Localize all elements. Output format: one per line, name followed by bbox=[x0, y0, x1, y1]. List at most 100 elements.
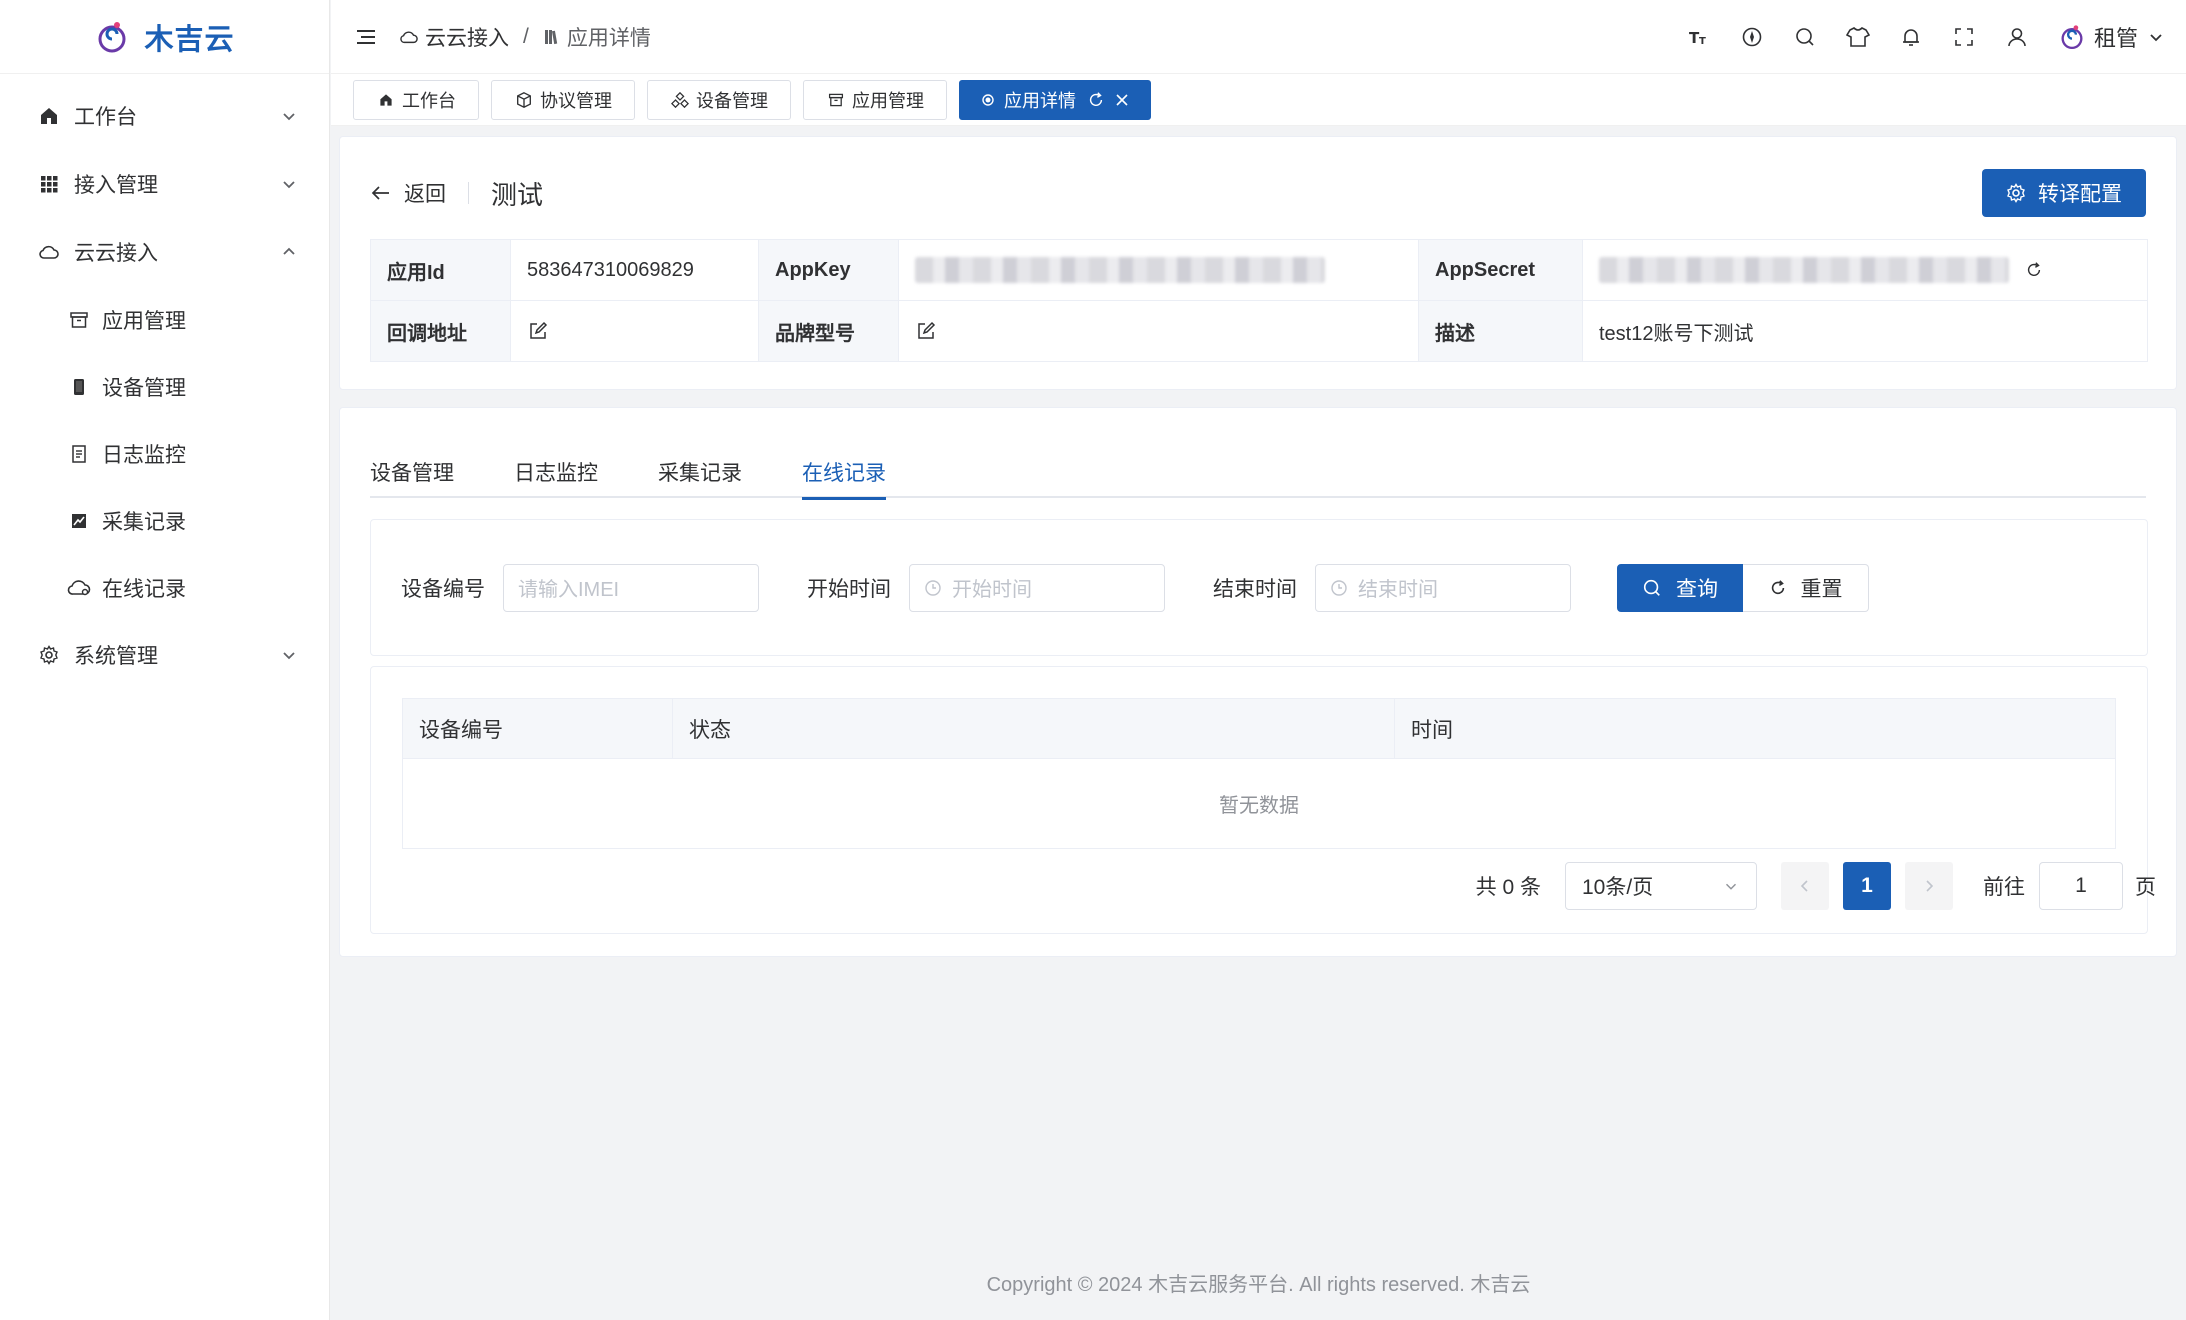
reset-button[interactable]: 重置 bbox=[1743, 563, 1869, 612]
callback-label: 回调地址 bbox=[370, 300, 511, 362]
tab-log-monitor[interactable]: 日志监控 bbox=[514, 446, 598, 498]
back-button[interactable]: 返回 bbox=[370, 178, 446, 208]
sidebar-item-system[interactable]: 系统管理 bbox=[0, 621, 329, 689]
refresh-icon[interactable] bbox=[2025, 261, 2043, 279]
page-suffix: 页 bbox=[2135, 876, 2156, 899]
brand-model-value bbox=[898, 300, 1419, 362]
app-detail-card: 返回 测试 转译配置 应用Id 583647310069829 AppKey A… bbox=[339, 136, 2177, 390]
gear-icon bbox=[36, 642, 62, 668]
column-time: 时间 bbox=[1394, 698, 2116, 759]
sidebar-item-collection-records[interactable]: 采集记录 bbox=[0, 487, 329, 554]
sidebar-item-label: 设备管理 bbox=[102, 376, 186, 400]
column-status: 状态 bbox=[672, 698, 1395, 759]
end-time-picker[interactable]: 结束时间 bbox=[1315, 563, 1571, 612]
imei-placeholder: 请输入IMEI bbox=[518, 579, 620, 601]
tag-label: 应用详情 bbox=[1004, 90, 1076, 111]
sidebar-item-device-management[interactable]: 设备管理 bbox=[0, 353, 329, 420]
user-icon[interactable] bbox=[1991, 17, 2044, 57]
tag-label: 设备管理 bbox=[696, 90, 768, 111]
user-menu[interactable]: 租管 bbox=[2058, 21, 2166, 53]
tag-app-management[interactable]: 应用管理 bbox=[803, 79, 947, 120]
sidebar-item-label: 工作台 bbox=[74, 106, 137, 129]
page-size-value: 10条/页 bbox=[1582, 876, 1654, 899]
tag-app-detail[interactable]: 应用详情 bbox=[959, 79, 1151, 120]
edit-icon[interactable] bbox=[527, 320, 549, 342]
prev-page-button[interactable] bbox=[1781, 862, 1829, 910]
edit-icon[interactable] bbox=[915, 320, 937, 342]
refresh-icon[interactable] bbox=[1086, 90, 1106, 110]
button-label: 转译配置 bbox=[2038, 183, 2122, 206]
font-size-icon[interactable]: TT bbox=[1673, 17, 1726, 57]
menu-toggle-icon[interactable] bbox=[351, 22, 381, 52]
sidebar-item-label: 接入管理 bbox=[74, 174, 158, 197]
start-time-picker[interactable]: 开始时间 bbox=[909, 563, 1165, 612]
chevron-left-icon bbox=[1798, 879, 1812, 893]
sidebar-item-label: 日志监控 bbox=[102, 443, 186, 467]
device-no-label: 设备编号 bbox=[401, 577, 485, 601]
close-icon[interactable] bbox=[1112, 90, 1132, 110]
description-value: test12账号下测试 bbox=[1582, 300, 2148, 362]
brand-logo-icon bbox=[94, 19, 130, 55]
masked-app-key bbox=[915, 257, 1325, 283]
clock-icon bbox=[1330, 579, 1348, 597]
breadcrumb-label: 云云接入 bbox=[425, 26, 509, 50]
home-icon bbox=[376, 90, 396, 110]
tab-collection-records[interactable]: 采集记录 bbox=[658, 446, 742, 498]
page-size-select[interactable]: 10条/页 bbox=[1565, 862, 1757, 910]
query-button[interactable]: 查询 bbox=[1617, 563, 1743, 612]
tag-workbench[interactable]: 工作台 bbox=[353, 79, 479, 120]
sidebar-item-log-monitor[interactable]: 日志监控 bbox=[0, 420, 329, 487]
start-time-placeholder: 开始时间 bbox=[952, 579, 1032, 601]
breadcrumb-item-cloud-access[interactable]: 云云接入 bbox=[399, 22, 509, 52]
app-key-value bbox=[898, 239, 1419, 301]
clock-icon bbox=[924, 579, 942, 597]
chevron-down-icon bbox=[279, 645, 299, 665]
button-label: 重置 bbox=[1800, 577, 1843, 601]
header-toolbar: TT 租管 bbox=[1673, 17, 2166, 57]
page-number-current[interactable]: 1 bbox=[1843, 862, 1891, 910]
page-title: 测试 bbox=[491, 179, 544, 210]
tag-device-management[interactable]: 设备管理 bbox=[647, 79, 791, 120]
svg-text:T: T bbox=[1699, 36, 1706, 47]
bell-icon[interactable] bbox=[1885, 17, 1938, 57]
dot-icon bbox=[978, 90, 998, 110]
goto-label: 前往 bbox=[1983, 876, 2025, 899]
chevron-down-icon bbox=[1722, 877, 1740, 895]
sidebar-item-workbench[interactable]: 工作台 bbox=[0, 82, 329, 150]
books-icon bbox=[543, 28, 561, 46]
phone-icon bbox=[66, 374, 92, 400]
tab-online-records[interactable]: 在线记录 bbox=[802, 446, 886, 500]
next-page-button[interactable] bbox=[1905, 862, 1953, 910]
sidebar-item-cloud-access[interactable]: 云云接入 bbox=[0, 218, 329, 286]
tab-device-management[interactable]: 设备管理 bbox=[370, 446, 454, 498]
goto-page-value: 1 bbox=[2075, 874, 2087, 897]
avatar bbox=[2058, 23, 2086, 51]
theme-shirt-icon[interactable] bbox=[1832, 17, 1885, 57]
chevron-down-icon bbox=[279, 106, 299, 126]
cloud-online-icon bbox=[66, 575, 92, 601]
search-icon[interactable] bbox=[1779, 17, 1832, 57]
end-time-label: 结束时间 bbox=[1213, 577, 1297, 601]
start-time-label: 开始时间 bbox=[807, 577, 891, 601]
app-key-label: AppKey bbox=[758, 239, 899, 301]
tag-protocol-management[interactable]: 协议管理 bbox=[491, 79, 635, 120]
app-secret-value bbox=[1582, 239, 2148, 301]
search-form: 设备编号 请输入IMEI 开始时间 开始时间 结束时间 结束时间 查询 重置 bbox=[370, 519, 2148, 656]
imei-input[interactable]: 请输入IMEI bbox=[503, 563, 759, 612]
document-icon bbox=[66, 441, 92, 467]
app-info-table: 应用Id 583647310069829 AppKey AppSecret 回调… bbox=[370, 239, 2148, 362]
chevron-up-icon bbox=[279, 242, 299, 262]
sidebar-item-online-records[interactable]: 在线记录 bbox=[0, 554, 329, 621]
compass-icon[interactable] bbox=[1726, 17, 1779, 57]
fullscreen-icon[interactable] bbox=[1938, 17, 1991, 57]
sidebar-item-app-management[interactable]: 应用管理 bbox=[0, 286, 329, 353]
tag-label: 工作台 bbox=[402, 90, 456, 111]
translate-config-button[interactable]: 转译配置 bbox=[1982, 169, 2146, 217]
column-device-no: 设备编号 bbox=[402, 698, 673, 759]
sidebar-item-label: 在线记录 bbox=[102, 577, 186, 601]
sidebar-item-access[interactable]: 接入管理 bbox=[0, 150, 329, 218]
goto-page-input[interactable]: 1 bbox=[2039, 862, 2123, 910]
logo[interactable]: 木吉云 bbox=[0, 0, 329, 74]
detail-tabs: 设备管理 日志监控 采集记录 在线记录 bbox=[370, 446, 2146, 500]
box-icon bbox=[514, 90, 534, 110]
